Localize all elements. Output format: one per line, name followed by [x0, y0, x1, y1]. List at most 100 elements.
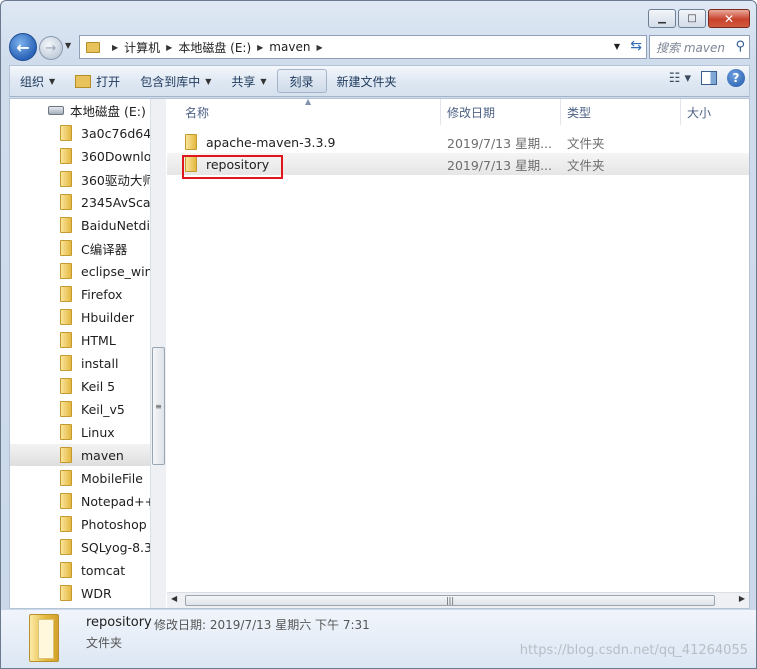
column-name-label: 名称 [185, 105, 210, 120]
nav-item-folder[interactable]: BaiduNetdis [10, 214, 150, 236]
nav-item-label: Firefox [81, 286, 123, 302]
folder-icon [60, 539, 72, 555]
new-folder-button[interactable]: 新建文件夹 [327, 69, 407, 93]
nav-item-folder[interactable]: Linux [10, 421, 150, 443]
nav-item-folder[interactable]: 360驱动大师 [10, 168, 150, 190]
file-date: 2019/7/13 星期... [447, 135, 552, 151]
nav-item-folder[interactable]: eclipse_win6 [10, 260, 150, 282]
folder-icon [60, 401, 72, 417]
chevron-down-icon: ▼ [49, 76, 56, 86]
share-button[interactable]: 共享 ▼ [221, 69, 276, 93]
help-icon[interactable]: ? [727, 69, 745, 87]
file-list: 名称 ▲ 修改日期 类型 大小 apache-maven-3.3.9 2019/… [167, 97, 749, 608]
nav-item-folder[interactable]: 360Downloa [10, 145, 150, 167]
nav-item-folder[interactable]: Firefox [10, 283, 150, 305]
folder-icon [185, 134, 197, 150]
preview-pane-icon[interactable] [701, 71, 717, 85]
navigation-bar: ← → ▼ ▶ 计算机 ▶ 本地磁盘 (E:) ▶ maven ▶ ▼ ⇆ 搜索… [9, 33, 750, 61]
refresh-icon[interactable]: ⇆ [630, 38, 642, 54]
forward-button[interactable]: → [39, 36, 63, 60]
nav-item-folder[interactable]: Photoshop [10, 513, 150, 535]
search-input[interactable]: 搜索 maven ⚲ [649, 35, 750, 59]
nav-item-label: 3a0c76d64f [81, 125, 150, 141]
nav-item-label: maven [81, 447, 124, 463]
column-header-date[interactable]: 修改日期 [441, 99, 561, 125]
chevron-right-icon[interactable]: ▶ [166, 43, 172, 52]
address-history-dropdown[interactable]: ▼ [614, 42, 620, 51]
folder-icon [60, 516, 72, 532]
nav-item-label: install [81, 355, 119, 371]
nav-item-folder[interactable]: 2345AvScan [10, 191, 150, 213]
scrollbar-thumb[interactable]: ≡ [152, 347, 165, 465]
include-in-library-button[interactable]: 包含到库中 ▼ [130, 69, 221, 93]
folder-icon [86, 41, 100, 53]
column-header-size[interactable]: 大小 [681, 99, 749, 125]
column-header-name[interactable]: 名称 ▲ [167, 97, 441, 125]
nav-item-folder[interactable]: tomcat [10, 559, 150, 581]
breadcrumb-drive-e[interactable]: 本地磁盘 (E:) [178, 39, 251, 56]
organize-button[interactable]: 组织 ▼ [10, 69, 65, 93]
nav-item-folder[interactable]: SQLyog-8.3 [10, 536, 150, 558]
nav-item-folder[interactable]: install [10, 352, 150, 374]
nav-item-label: eclipse_win6 [81, 263, 150, 279]
burn-button[interactable]: 刻录 [276, 69, 327, 93]
nav-item-label: SQLyog-8.3 [81, 539, 150, 555]
nav-item-label: 360Downloa [81, 148, 150, 164]
nav-item-folder[interactable]: HTML [10, 329, 150, 351]
nav-item-folder[interactable]: Hbuilder [10, 306, 150, 328]
chevron-right-icon[interactable]: ▶ [257, 43, 263, 52]
nav-item-label: C编译器 [81, 241, 128, 257]
nav-vertical-scrollbar[interactable]: ≡ [150, 99, 166, 608]
file-row[interactable]: apache-maven-3.3.9 2019/7/13 星期... 文件夹 [167, 131, 749, 153]
share-label: 共享 [231, 74, 256, 89]
folder-icon [60, 217, 72, 233]
watermark: https://blog.csdn.net/qq_41264055 [519, 643, 748, 658]
new-folder-label: 新建文件夹 [336, 74, 397, 89]
folder-icon [60, 447, 72, 463]
arrow-left-icon: ← [16, 37, 30, 57]
open-folder-icon [75, 74, 92, 88]
column-header-type[interactable]: 类型 [561, 99, 681, 125]
scroll-right-icon[interactable]: ▶ [739, 594, 745, 603]
nav-item-label: 2345AvScan [81, 194, 150, 210]
burn-label: 刻录 [289, 74, 314, 89]
toolbar-right-group: ☷ ▾ ? [669, 69, 745, 87]
view-options-icon[interactable]: ☷ ▾ [669, 71, 691, 86]
details-modified: 修改日期: 2019/7/13 星期六 下午 7:31 [154, 618, 370, 632]
nav-item-folder[interactable]: Keil 5 [10, 375, 150, 397]
nav-item-folder[interactable]: Notepad++ [10, 490, 150, 512]
horizontal-scrollbar[interactable]: ◀ ||| ▶ [167, 592, 749, 608]
search-icon[interactable]: ⚲ [735, 39, 745, 54]
open-button[interactable]: 打开 [65, 69, 130, 93]
folder-icon [60, 286, 72, 302]
file-name: apache-maven-3.3.9 [206, 134, 336, 150]
address-bar[interactable]: ▶ 计算机 ▶ 本地磁盘 (E:) ▶ maven ▶ ▼ ⇆ [79, 35, 647, 59]
chevron-right-icon[interactable]: ▶ [112, 43, 118, 52]
scroll-left-icon[interactable]: ◀ [171, 594, 177, 603]
nav-item-folder[interactable]: C编译器 [10, 237, 150, 259]
nav-item-folder[interactable]: MobileFile [10, 467, 150, 489]
nav-item-drive-e[interactable]: 本地磁盘 (E:) [10, 99, 150, 121]
recent-pages-dropdown[interactable]: ▼ [65, 41, 71, 50]
nav-item-label: Keil 5 [81, 378, 116, 394]
folder-large-icon [29, 614, 59, 662]
scrollbar-thumb[interactable]: ||| [185, 595, 715, 606]
nav-item-folder[interactable]: Keil_v5 [10, 398, 150, 420]
maximize-button[interactable]: □ [678, 9, 706, 28]
minimize-button[interactable]: ▁ [648, 9, 676, 28]
folder-icon [60, 355, 72, 371]
folder-icon [60, 240, 72, 256]
nav-item-label: Keil_v5 [81, 401, 125, 417]
breadcrumb-maven[interactable]: maven [269, 40, 310, 54]
navigation-pane[interactable]: 本地磁盘 (E:) 3a0c76d64f 360Downloa 360驱动大师 234… [10, 99, 150, 608]
close-button[interactable]: ✕ [708, 9, 750, 28]
nav-item-label: Hbuilder [81, 309, 134, 325]
nav-item-folder[interactable]: maven [10, 444, 150, 466]
chevron-right-icon[interactable]: ▶ [316, 43, 322, 52]
nav-item-folder[interactable]: WDR [10, 582, 150, 604]
nav-item-folder[interactable]: 3a0c76d64f [10, 122, 150, 144]
breadcrumb-computer[interactable]: 计算机 [124, 39, 160, 56]
folder-icon [60, 378, 72, 394]
nav-item-label: 本地磁盘 (E:) [70, 103, 146, 119]
back-button[interactable]: ← [9, 33, 37, 61]
